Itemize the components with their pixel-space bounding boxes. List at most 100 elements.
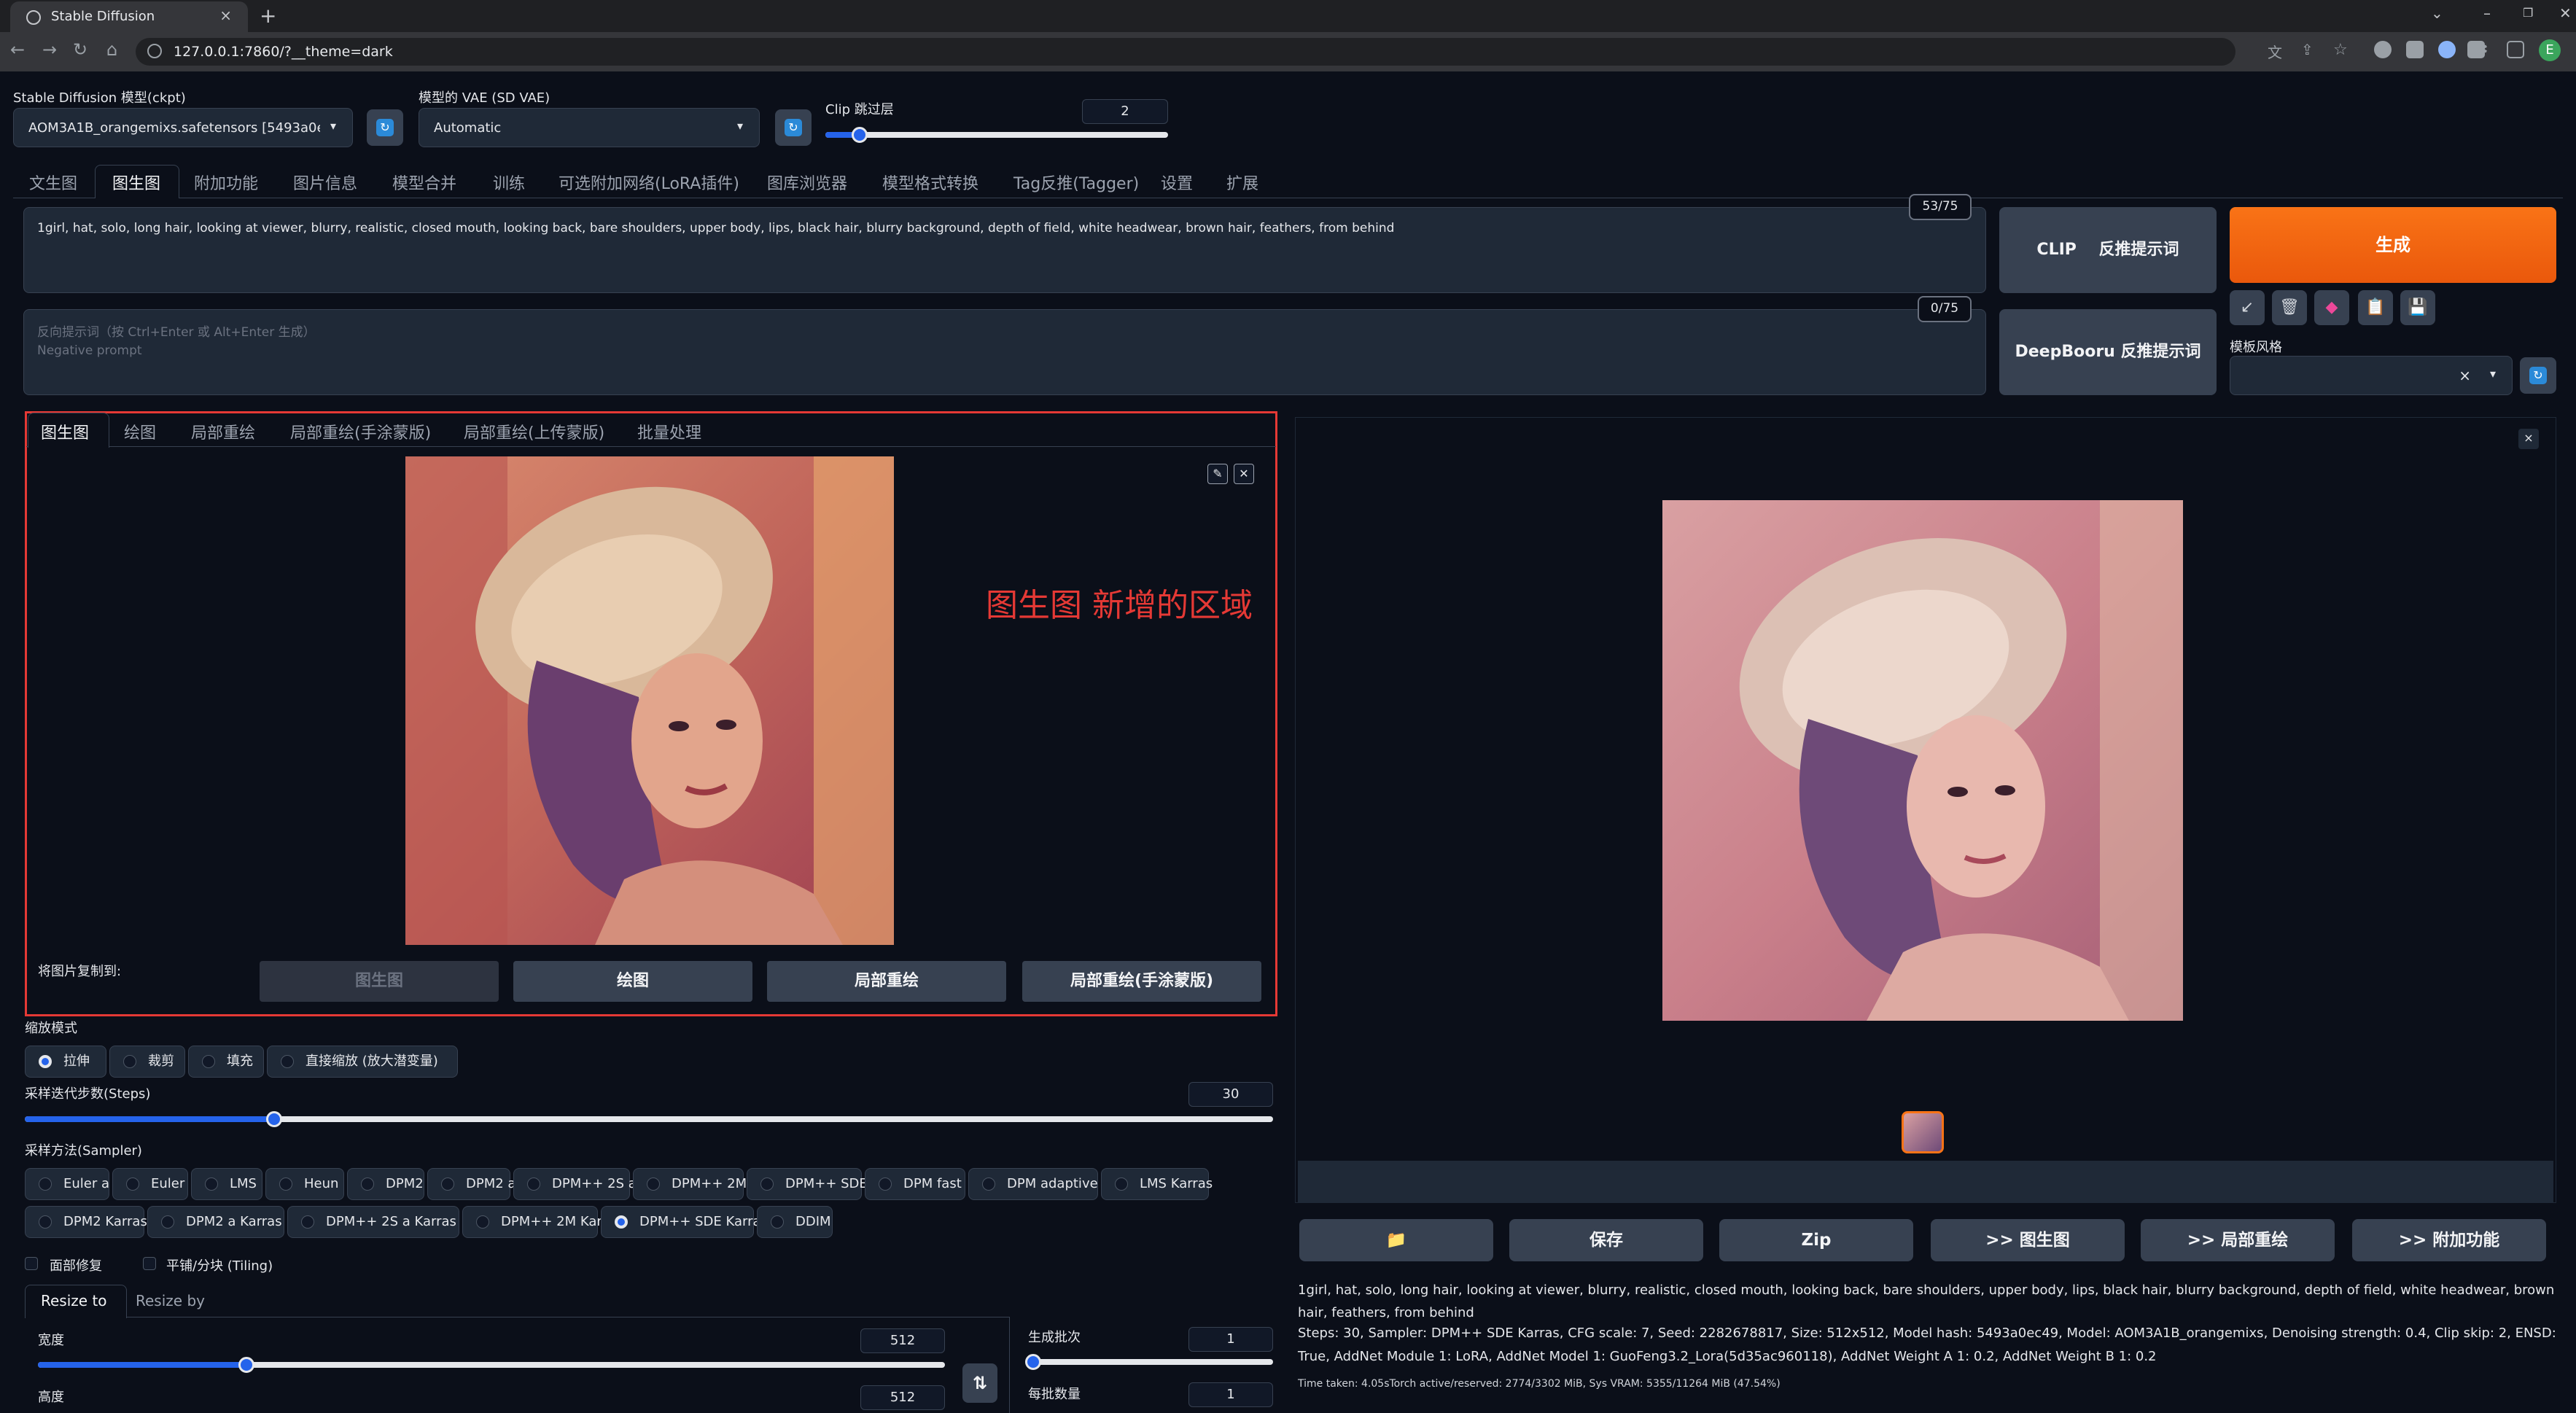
extension-icon[interactable] [2438, 41, 2456, 58]
steps-input[interactable]: 30 [1188, 1082, 1273, 1107]
share-icon[interactable]: ⇪ [2301, 41, 2319, 58]
tiling-checkbox[interactable] [143, 1257, 156, 1270]
resize-mode-option-latent[interactable]: 直接缩放 (放大潜变量) [267, 1046, 458, 1078]
restore-icon[interactable]: ❐ [2523, 6, 2533, 20]
prompt-textarea[interactable]: 1girl, hat, solo, long hair, looking at … [23, 207, 1986, 293]
sampler-option[interactable]: DDIM [757, 1206, 833, 1238]
reload-icon[interactable]: ↻ [73, 39, 87, 60]
sampler-option[interactable]: LMS [191, 1168, 262, 1200]
sampler-option[interactable]: Euler a [25, 1168, 109, 1200]
tab-tagger[interactable]: Tag反推(Tagger) [1013, 171, 1139, 194]
zip-button[interactable]: Zip [1719, 1219, 1913, 1261]
close-window-icon[interactable]: ✕ [2559, 4, 2572, 22]
extension-icon[interactable] [2374, 41, 2392, 58]
swap-dimensions-button[interactable]: ⇅ [962, 1363, 997, 1403]
extra-networks-icon[interactable]: ◆ [2314, 290, 2349, 325]
clipboard-icon[interactable]: 📋 [2358, 290, 2393, 325]
open-folder-button[interactable]: 📁 [1299, 1219, 1493, 1261]
sampler-option[interactable]: Euler [112, 1168, 188, 1200]
profile-avatar[interactable]: E [2539, 39, 2561, 61]
resize-mode-option-crop[interactable]: 裁剪 [109, 1046, 185, 1078]
slider-handle[interactable] [852, 127, 868, 143]
resize-mode-option-stretch[interactable]: 拉伸 [25, 1046, 106, 1078]
height-input[interactable]: 512 [860, 1385, 945, 1410]
send-to-inpaint-button[interactable]: >> 局部重绘 [2141, 1219, 2335, 1261]
tab-png-info[interactable]: 图片信息 [293, 171, 357, 194]
face-restore-checkbox[interactable] [25, 1257, 38, 1270]
tab-extras[interactable]: 附加功能 [194, 171, 258, 194]
close-gallery-icon[interactable]: × [2518, 429, 2539, 449]
sampler-option[interactable]: DPM adaptive [968, 1168, 1098, 1200]
translate-icon[interactable]: 文 [2268, 41, 2285, 61]
close-tab-icon[interactable]: × [219, 7, 232, 24]
sampler-option[interactable]: DPM2 a [427, 1168, 515, 1200]
new-tab-button[interactable]: + [260, 4, 276, 28]
clip-skip-slider[interactable] [825, 127, 1168, 143]
paste-params-icon[interactable]: ↙ [2230, 290, 2265, 325]
tab-train[interactable]: 训练 [493, 171, 525, 194]
deepbooru-interrogate-button[interactable]: DeepBooru 反推提示词 [1999, 309, 2217, 395]
home-icon[interactable]: ⌂ [106, 39, 117, 60]
vae-select[interactable]: Automatic ▾ [419, 108, 760, 147]
minimize-icon[interactable]: – [2483, 4, 2491, 22]
subtab-inpaint-sketch[interactable]: 局部重绘(手涂蒙版) [290, 420, 431, 443]
edit-icon[interactable]: ✎ [1207, 464, 1228, 484]
sampler-option[interactable]: DPM2 a Karras [147, 1206, 284, 1238]
close-icon[interactable]: ✕ [1234, 464, 1254, 484]
clip-interrogate-button[interactable]: CLIP 反推提示词 [1999, 207, 2217, 293]
save-style-icon[interactable]: 💾 [2400, 290, 2435, 325]
refresh-ckpt-button[interactable]: ↻ [367, 109, 403, 146]
sampler-option[interactable]: DPM2 [347, 1168, 424, 1200]
extension-icon[interactable] [2406, 41, 2424, 58]
subtab-sketch[interactable]: 绘图 [124, 420, 156, 443]
style-select[interactable]: × ▾ [2230, 356, 2513, 395]
sampler-option[interactable]: DPM++ 2M [633, 1168, 747, 1200]
clear-style-icon[interactable]: × [2459, 367, 2471, 384]
sampler-option[interactable]: DPM++ 2S a [513, 1168, 637, 1200]
slider-handle[interactable] [238, 1357, 255, 1373]
steps-slider[interactable] [25, 1111, 1273, 1127]
input-image[interactable] [405, 456, 894, 945]
slider-handle[interactable] [266, 1111, 283, 1127]
batch-count-slider[interactable] [1025, 1354, 1273, 1370]
resize-mode-option-fill[interactable]: 填充 [188, 1046, 264, 1078]
width-input[interactable]: 512 [860, 1328, 945, 1353]
tab-image-browser[interactable]: 图库浏览器 [767, 171, 847, 194]
negative-prompt-textarea[interactable]: 反向提示词（按 Ctrl+Enter 或 Alt+Enter 生成） Negat… [23, 309, 1986, 395]
tab-txt2img[interactable]: 文生图 [29, 171, 77, 194]
extensions-puzzle-icon[interactable]: ✱ [2475, 41, 2492, 59]
subtab-batch[interactable]: 批量处理 [637, 420, 701, 443]
tab-additional-networks[interactable]: 可选附加网络(LoRA插件) [559, 171, 739, 194]
output-image[interactable] [1662, 500, 2183, 1021]
slider-handle[interactable] [1025, 1354, 1041, 1370]
width-slider[interactable] [38, 1357, 945, 1373]
save-button[interactable]: 保存 [1509, 1219, 1703, 1261]
side-panel-icon[interactable] [2507, 41, 2524, 58]
tab-extensions[interactable]: 扩展 [1226, 171, 1258, 194]
tab-resize-by[interactable]: Resize by [136, 1292, 205, 1309]
address-bar[interactable]: 127.0.0.1:7860/?__theme=dark [136, 38, 2235, 66]
sampler-option[interactable]: DPM fast [865, 1168, 965, 1200]
sampler-option[interactable]: DPM++ SDE [747, 1168, 868, 1200]
sampler-option[interactable]: DPM2 Karras [25, 1206, 147, 1238]
clip-skip-input[interactable]: 2 [1082, 99, 1168, 124]
back-icon[interactable]: ← [10, 39, 25, 60]
tab-search-icon[interactable]: ⌄ [2431, 4, 2443, 22]
subtab-inpaint-upload[interactable]: 局部重绘(上传蒙版) [464, 420, 604, 443]
refresh-vae-button[interactable]: ↻ [775, 109, 812, 146]
copy-to-inpaint-sketch-button[interactable]: 局部重绘(手涂蒙版) [1022, 961, 1261, 1002]
output-thumbnail[interactable] [1902, 1111, 1944, 1153]
generate-button[interactable]: 生成 [2230, 207, 2556, 283]
copy-to-inpaint-button[interactable]: 局部重绘 [767, 961, 1006, 1002]
sampler-option[interactable]: DPM++ 2M Karras [462, 1206, 622, 1238]
copy-to-sketch-button[interactable]: 绘图 [513, 961, 752, 1002]
refresh-style-button[interactable]: ↻ [2520, 357, 2556, 394]
copy-to-img2img-button[interactable]: 图生图 [260, 961, 499, 1002]
sampler-option[interactable]: LMS Karras [1101, 1168, 1213, 1200]
subtab-inpaint[interactable]: 局部重绘 [191, 420, 255, 443]
browser-tab[interactable]: Stable Diffusion × [10, 1, 248, 32]
site-info-icon[interactable] [147, 44, 162, 58]
tab-img2img[interactable]: 图生图 [112, 171, 160, 194]
sampler-option[interactable]: DPM++ 2S a Karras [287, 1206, 459, 1238]
bookmark-star-icon[interactable]: ☆ [2333, 41, 2351, 59]
